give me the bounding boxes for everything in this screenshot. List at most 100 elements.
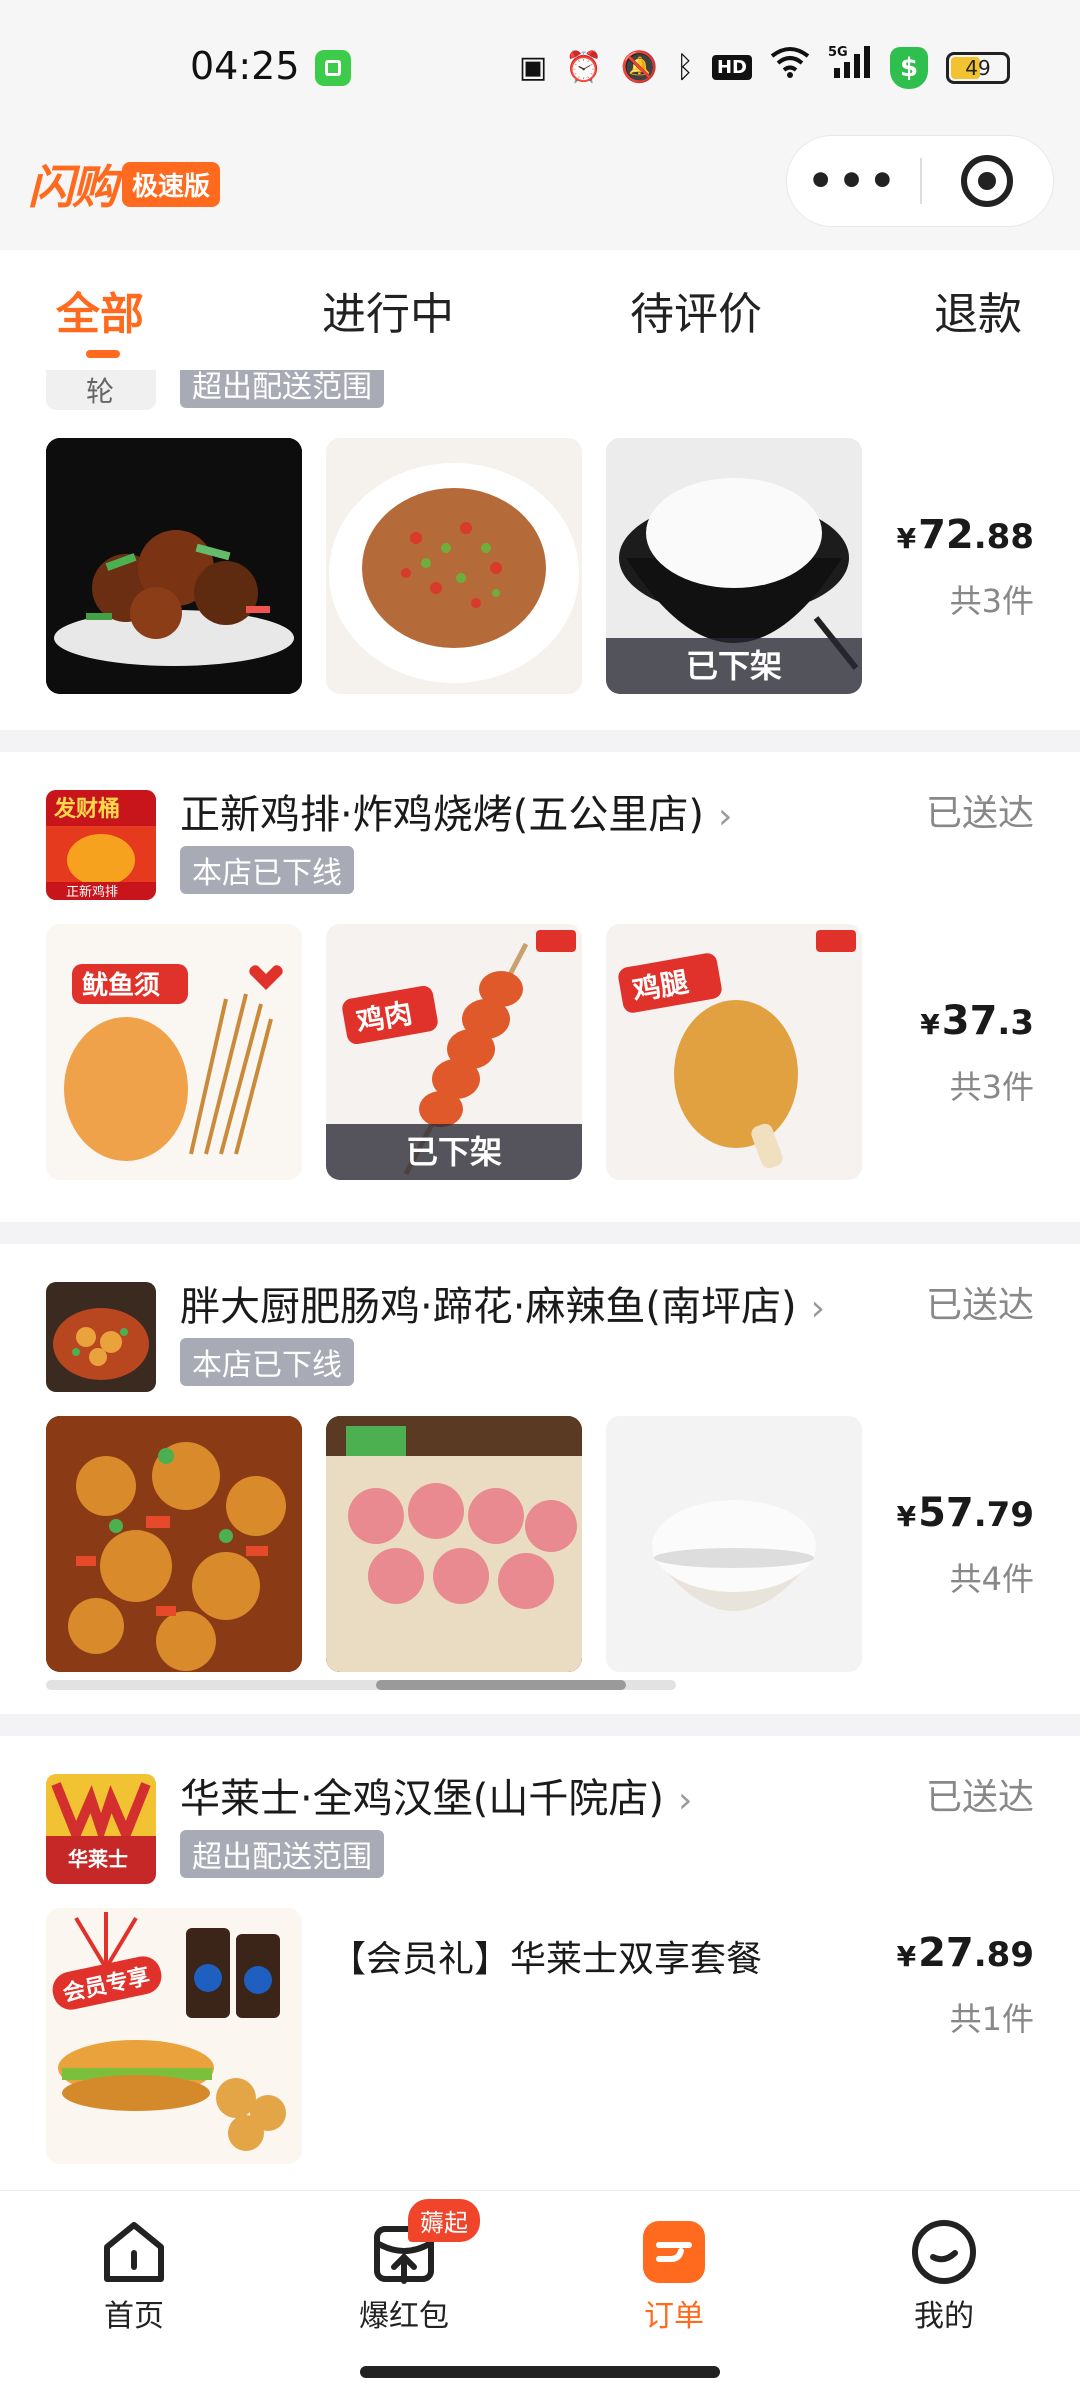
product-thumbnail[interactable]	[606, 1416, 862, 1672]
product-thumbnail[interactable]	[326, 438, 582, 694]
order-status: 已送达	[925, 793, 1034, 834]
miniprogram-capsule: •••	[786, 135, 1054, 227]
product-thumbnail[interactable]: 已下架	[606, 438, 862, 694]
store-name: 胖大厨肥肠鸡·蹄花·麻辣鱼(南坪店)	[180, 1284, 797, 1330]
currency-symbol: ¥	[920, 1008, 940, 1041]
nav-label: 首页	[104, 2299, 164, 2334]
currency-symbol: ¥	[896, 1500, 917, 1533]
product-thumbnail[interactable]: 会员专享	[46, 1908, 302, 2164]
price-integer: 27	[918, 1930, 974, 1976]
nfc-icon: ▣	[518, 49, 548, 85]
price-decimal: .3	[997, 1003, 1034, 1043]
currency-symbol: ¥	[896, 1940, 917, 1973]
chicken-leg-image: 鸡腿	[606, 924, 862, 1180]
profile-icon	[909, 2217, 979, 2287]
hd-icon: HD	[711, 55, 752, 80]
order-price: ¥72.88	[897, 512, 1034, 558]
rice-bowl-image	[606, 1416, 862, 1672]
store-name-link[interactable]: 正新鸡排·炸鸡烧烤(五公里店) ›	[180, 782, 732, 840]
alarm-icon: ⏰	[565, 49, 603, 85]
wifi-icon	[770, 46, 810, 89]
order-price: ¥57.79	[897, 1490, 1034, 1536]
order-card[interactable]: 胖大厨肥肠鸡·蹄花·麻辣鱼(南坪店) › 已送达 本店已下线 ¥57.79 共4…	[0, 1244, 1080, 1714]
store-logo: 轮	[46, 370, 156, 410]
store-badge: 本店已下线	[180, 846, 354, 894]
store-badge: 超出配送范围	[180, 370, 384, 408]
svg-text:5G: 5G	[828, 45, 848, 60]
wallace-logo-image: 华莱士	[46, 1774, 156, 1884]
app-logo: 闪购 极速版	[28, 151, 221, 217]
nav-home[interactable]: 首页	[64, 2217, 204, 2335]
store-logo-text: 轮	[86, 375, 115, 408]
item-title: 【会员礼】华莱士双享套餐	[330, 1939, 763, 1980]
nav-badge: 薅起	[408, 2199, 480, 2242]
tab-all[interactable]: 全部	[56, 278, 144, 342]
item-count: 共3件	[949, 582, 1034, 620]
app-notification-icon	[315, 50, 351, 86]
status-bar: 04:25 ▣ ⏰ 🔕 ᛒ HD 5G $ 49	[0, 0, 1080, 135]
close-miniprogram-button[interactable]	[922, 155, 1053, 207]
spicy-chicken-pot-image	[46, 1416, 302, 1672]
status-time: 04:25	[190, 44, 300, 88]
battery-icon: 49	[946, 51, 1010, 84]
store-logo: 华莱士	[46, 1774, 156, 1884]
braised-chicken-image	[46, 438, 302, 694]
store-name: 正新鸡排·炸鸡烧烤(五公里店)	[180, 792, 704, 838]
tab-in-progress[interactable]: 进行中	[322, 278, 454, 342]
store-name-link[interactable]: 胖大厨肥肠鸡·蹄花·麻辣鱼(南坪店) ›	[180, 1274, 825, 1332]
order-status: 已送达	[925, 1777, 1034, 1818]
nav-orders[interactable]: 订单	[604, 2217, 744, 2335]
cellular-signal-icon: 5G	[828, 44, 872, 91]
item-count: 共1件	[949, 2000, 1034, 2038]
order-card[interactable]: 发财桶 正新鸡排 正新鸡排·炸鸡烧烤(五公里店) › 已送达 本店已下线 鱿鱼须	[0, 752, 1080, 1222]
product-thumbnail[interactable]	[46, 438, 302, 694]
product-thumbnail[interactable]: 鱿鱼须	[46, 924, 302, 1180]
active-tab-indicator	[86, 350, 120, 358]
store-logo: 发财桶 正新鸡排	[46, 790, 156, 900]
order-icon	[639, 2217, 709, 2287]
store-logo	[46, 1282, 156, 1392]
price-integer: 72	[918, 512, 974, 558]
product-offline-label: 已下架	[606, 638, 862, 694]
store-name-link[interactable]: 华莱士·全鸡汉堡(山千院店) ›	[180, 1766, 692, 1824]
product-thumbnail[interactable]: 鸡肉 已下架	[326, 924, 582, 1180]
more-dots-icon[interactable]: •••	[787, 160, 920, 202]
chevron-right-icon: ›	[810, 1288, 826, 1329]
squid-tentacles-image: 鱿鱼须	[46, 924, 302, 1180]
currency-symbol: ¥	[896, 522, 917, 555]
nav-profile[interactable]: 我的	[874, 2217, 1014, 2335]
nav-label: 我的	[914, 2299, 974, 2334]
order-price: ¥37.3	[920, 998, 1034, 1044]
chevron-right-icon: ›	[677, 1780, 693, 1821]
order-card[interactable]: 轮 超出配送范围 已下架 ¥72.88 共3件	[0, 370, 1080, 730]
store-badge: 本店已下线	[180, 1338, 354, 1386]
bluetooth-icon: ᛒ	[675, 49, 694, 85]
item-count: 共3件	[949, 1068, 1034, 1106]
nav-label: 爆红包	[359, 2299, 449, 2334]
product-tag: 鱿鱼须	[82, 971, 160, 1001]
logo-caption: 发财桶	[53, 796, 120, 822]
product-offline-label: 已下架	[326, 1124, 582, 1180]
order-list[interactable]: 轮 超出配送范围 已下架 ¥72.88 共3件 发财桶 正新鸡排 正新鸡排·炸鸡…	[0, 370, 1080, 2190]
stir-fried-pork-image	[326, 438, 582, 694]
price-decimal: .89	[973, 1935, 1034, 1975]
store-badge: 超出配送范围	[180, 1830, 384, 1878]
tab-to-review[interactable]: 待评价	[630, 278, 762, 342]
logo-brand: 正新鸡排	[66, 884, 118, 900]
item-count: 共4件	[949, 1560, 1034, 1598]
product-thumbnail[interactable]	[326, 1416, 582, 1672]
zhengxin-logo-image: 发财桶 正新鸡排	[46, 790, 156, 900]
battery-level: 49	[965, 55, 991, 80]
logo-badge: 极速版	[122, 161, 221, 207]
product-thumbnail[interactable]: 鸡腿	[606, 924, 862, 1180]
wallace-combo-image: 会员专享	[46, 1908, 302, 2164]
price-decimal: .88	[973, 517, 1034, 557]
tab-refund[interactable]: 退款	[934, 278, 1022, 342]
horizontal-scrollbar[interactable]	[46, 1680, 676, 1690]
chevron-right-icon: ›	[717, 796, 733, 837]
pangdachu-logo-image	[46, 1282, 156, 1392]
order-card[interactable]: 华莱士 华莱士·全鸡汉堡(山千院店) › 已送达 超出配送范围 会员专享 【会员礼…	[0, 1736, 1080, 2190]
product-thumbnail[interactable]	[46, 1416, 302, 1672]
home-indicator[interactable]	[360, 2366, 720, 2378]
logo-brand: 华莱士	[68, 1847, 128, 1871]
